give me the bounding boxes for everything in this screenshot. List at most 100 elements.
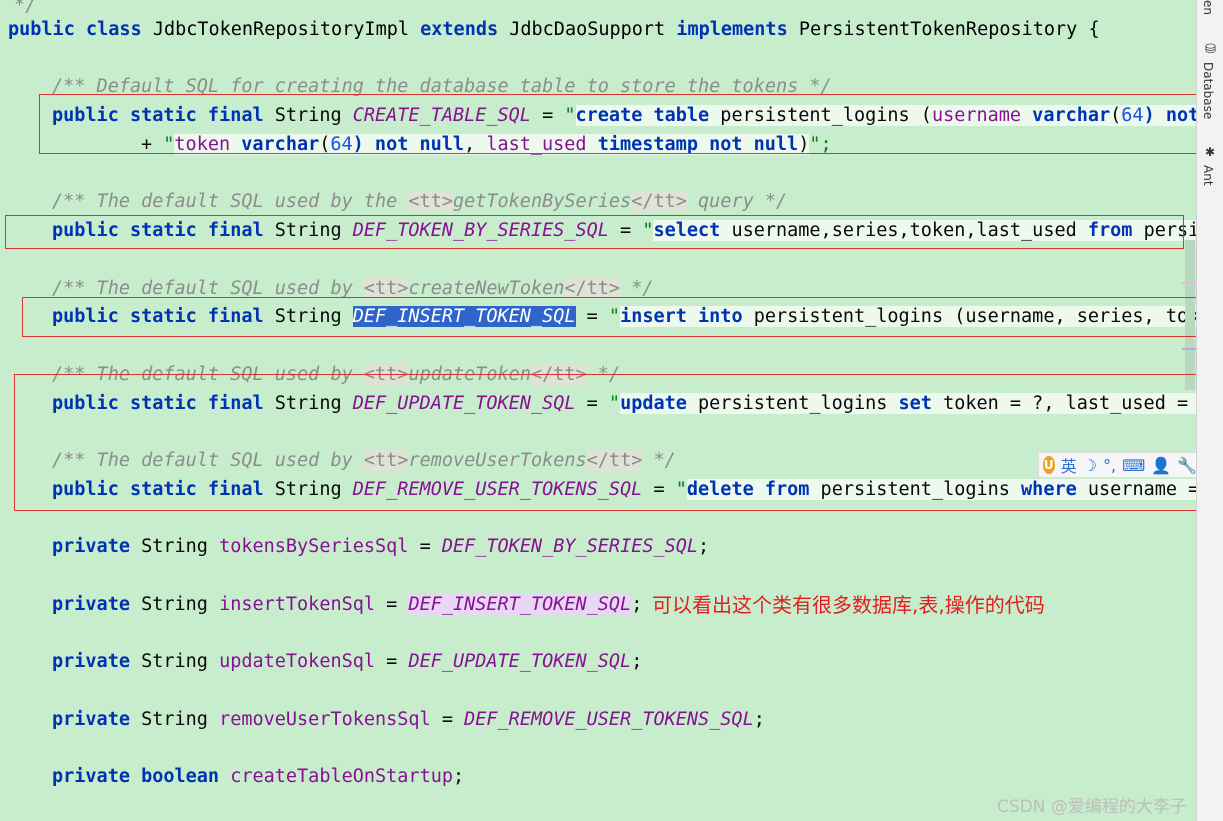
sql-keyword: insert into [620,306,743,327]
sql-keyword: from [1087,220,1133,241]
create-table-line-1[interactable]: public static final String CREATE_TABLE_… [52,104,1197,128]
sidebar-tab-database[interactable]: Database [1201,62,1215,119]
operator: = [575,306,609,327]
operator: + [141,134,164,155]
field-tokens-by-series[interactable]: private String tokensBySeriesSql = DEF_T… [52,535,709,559]
sidebar-tab-top[interactable]: en [1201,0,1215,15]
semicolon: ; [452,766,465,787]
type: String [141,709,208,730]
constant-name: DEF_UPDATE_TOKEN_SQL [352,393,576,414]
class-declaration[interactable]: public class JdbcTokenRepositoryImpl ext… [8,18,1100,42]
sql-text: , [464,134,487,155]
sql-text: ) [798,134,810,155]
type: boolean [141,766,220,787]
sql-keyword: select [653,220,721,241]
moon-icon[interactable]: ☽ [1083,456,1097,475]
sql-text: persis [1143,220,1197,241]
operator: = [430,709,465,730]
scroll-marker [1182,348,1196,350]
comment-remove: /** The default SQL used by <tt>removeUs… [52,450,676,471]
operator: = [608,220,643,241]
wrench-icon[interactable]: 🔧 [1177,456,1197,475]
keyword: implements [676,19,788,40]
sql-column: username [931,105,1022,126]
semicolon: ; [631,651,643,672]
database-icon: ⛁ [1203,42,1218,57]
quote: " [608,306,621,327]
selected-constant-name[interactable]: DEF_INSERT_TOKEN_SQL [352,306,576,327]
sql-column: token [174,134,231,155]
semicolon: ; [631,594,643,615]
user-icon[interactable]: 👤 [1151,456,1171,475]
modifier: private [52,594,130,615]
sql-text: persistent_logins [686,393,899,414]
constant-ref: DEF_TOKEN_BY_SERIES_SQL [441,536,699,557]
keyword: extends [420,19,499,40]
operator: = [375,594,409,615]
scrollbar-thumb[interactable] [1185,240,1195,390]
semicolon: ; [698,536,710,557]
sql-text: persistent_logins (username, series, tok… [742,306,1197,327]
constant-ref: DEF_UPDATE_TOKEN_SQL [408,651,632,672]
type: String [141,594,208,615]
watermark: CSDN @爱编程的大李子 [997,797,1187,817]
field-update-token[interactable]: private String updateTokenSql = DEF_UPDA… [52,650,642,674]
modifiers: public static final [52,105,264,126]
type: String [274,105,342,126]
right-tool-sidebar: en ⛁ Database ✱ Ant [1196,0,1223,821]
ime-logo-icon: U [1043,456,1055,474]
code-editor[interactable]: */ public class JdbcTokenRepositoryImpl … [0,0,1197,821]
brace: { [1088,19,1100,40]
type: String [274,479,342,500]
sql-text: ( [319,134,331,155]
constant-name: DEF_REMOVE_USER_TOKENS_SQL [352,479,643,500]
quote: " [642,220,654,241]
field-create-table-on-startup[interactable]: private boolean createTableOnStartup; [52,765,464,789]
type: String [141,536,208,557]
constant-ref: DEF_REMOVE_USER_TOKENS_SQL [464,709,754,730]
field-name: removeUserTokensSql [219,709,431,730]
ant-icon: ✱ [1203,145,1217,159]
sql-keyword: timestamp not null [586,134,799,155]
field-insert-token[interactable]: private String insertTokenSql = DEF_INSE… [52,593,642,617]
series-sql-line[interactable]: public static final String DEF_TOKEN_BY_… [52,219,1197,243]
operator: = [642,479,676,500]
sql-number: 64 [330,134,353,155]
type: String [274,393,342,414]
field-name: insertTokenSql [219,594,376,615]
keyword: public [8,19,75,40]
insert-sql-line[interactable]: public static final String DEF_INSERT_TO… [52,305,1197,329]
sql-keyword: delete from [686,479,810,500]
ime-language-toggle[interactable]: 英 [1061,453,1077,477]
sql-keyword: create table [575,105,710,126]
field-remove-user-tokens[interactable]: private String removeUserTokensSql = DEF… [52,708,765,732]
sql-keyword: ) not null [352,134,465,155]
ime-toolbar[interactable]: U 英 ☽ °, ⌨ 👤 🔧 [1038,452,1198,478]
semicolon: ; [753,709,765,730]
scroll-marker [1182,282,1196,284]
sql-text: persistent_logins [809,479,1022,500]
remove-sql-line[interactable]: public static final String DEF_REMOVE_US… [52,478,1197,502]
quote: " [608,393,621,414]
modifiers: public static final [52,220,264,241]
operator: = [375,651,409,672]
quote: " [564,105,576,126]
type: String [141,651,208,672]
sidebar-tab-ant[interactable]: Ant [1201,165,1215,186]
comment-update: /** The default SQL used by <tt>updateTo… [52,364,621,385]
punctuation-icon[interactable]: °, [1103,456,1116,475]
update-sql-line[interactable]: public static final String DEF_UPDATE_TO… [52,392,1197,416]
modifiers: public static final [52,479,264,500]
create-table-line-2[interactable]: + "token varchar(64) not null, last_used… [141,133,832,157]
sql-keyword: update [620,393,687,414]
keyboard-icon[interactable]: ⌨ [1122,456,1145,475]
field-name: createTableOnStartup [230,766,453,787]
sql-text: persistent_logins ( [709,105,932,126]
constant-name: CREATE_TABLE_SQL [352,105,531,126]
field-name: updateTokenSql [219,651,376,672]
interface-name: PersistentTokenRepository [798,19,1078,40]
quote: " [675,479,687,500]
sql-text: token = ?, last_used = ? [931,393,1197,414]
comment-insert: /** The default SQL used by <tt>createNe… [52,278,654,299]
class-name: JdbcTokenRepositoryImpl [152,19,409,40]
